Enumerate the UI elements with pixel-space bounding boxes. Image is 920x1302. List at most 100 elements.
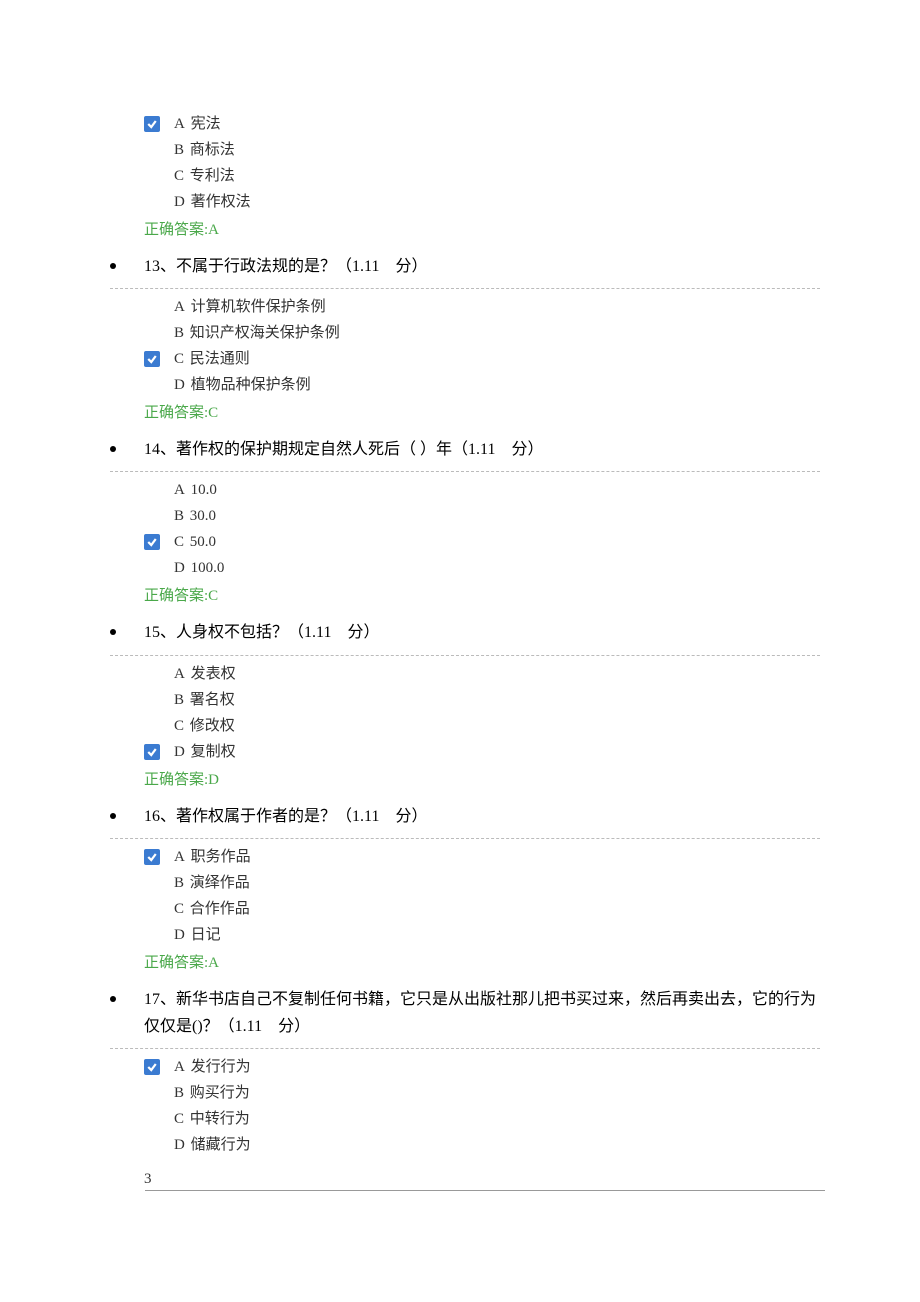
option-row[interactable]: A 计算机软件保护条例 [144,295,820,319]
divider [110,1048,820,1049]
question-number: 13 [144,258,160,275]
option-label: A 职务作品 [174,845,251,869]
question-block: 16、著作权属于作者的是？（1.11 分）A 职务作品B 演绎作品C 合作作品D… [110,799,820,972]
question-separator: 、 [160,441,176,458]
question-separator: 、 [160,991,176,1008]
correct-answer-top: 正确答案:A [110,218,820,239]
checkbox-wrap [144,1059,174,1075]
option-row[interactable]: A 发表权 [144,662,820,686]
check-icon [144,116,160,132]
option-row[interactable]: C 合作作品 [144,897,820,921]
option-label: C 修改权 [174,714,235,738]
option-row[interactable]: A 10.0 [144,478,820,502]
checkbox-wrap [144,849,174,865]
option-text: 商标法 [186,142,235,158]
option-row[interactable]: D 复制权 [144,740,820,764]
option-row[interactable]: C 民法通则 [144,347,820,371]
option-letter: D [174,194,185,210]
question-number: 14 [144,441,160,458]
option-text: 发表权 [187,666,236,682]
divider [110,288,820,289]
option-row[interactable]: B 商标法 [144,138,820,162]
page-number: 3 [110,1171,820,1191]
question-text: 人身权不包括？ [176,624,288,641]
option-row[interactable]: D 著作权法 [144,190,820,214]
questions-container: 13、不属于行政法规的是？（1.11 分）A 计算机软件保护条例B 知识产权海关… [110,249,820,1157]
option-text: 30.0 [186,508,216,524]
option-row[interactable]: A 发行行为 [144,1055,820,1079]
checkbox-wrap [144,351,174,367]
question-text: 著作权属于作者的是？ [176,808,336,825]
option-letter: A [174,299,185,315]
correct-answer-text: 正确答案:A [144,955,219,971]
option-text: 储藏行为 [187,1137,251,1153]
option-text: 100.0 [187,560,225,576]
option-letter: B [174,325,184,341]
option-letter: C [174,534,184,550]
question-text: 著作权的保护期规定自然人死后（ ）年 [176,441,452,458]
option-letter: C [174,1111,184,1127]
check-icon [144,1059,160,1075]
option-row[interactable]: D 日记 [144,923,820,947]
option-label: B 知识产权海关保护条例 [174,321,340,345]
question-separator: 、 [160,624,176,641]
option-text: 购买行为 [186,1085,250,1101]
question-number: 15 [144,624,160,641]
option-label: A 宪法 [174,112,221,136]
correct-answer: 正确答案:A [110,951,820,972]
option-row[interactable]: C 中转行为 [144,1107,820,1131]
option-text: 知识产权海关保护条例 [186,325,340,341]
option-row[interactable]: D 100.0 [144,556,820,580]
question-separator: 、 [160,808,176,825]
option-text: 署名权 [186,692,235,708]
question-block: 13、不属于行政法规的是？（1.11 分）A 计算机软件保护条例B 知识产权海关… [110,249,820,422]
checkbox-wrap [144,116,174,132]
option-letter: C [174,901,184,917]
option-label: A 计算机软件保护条例 [174,295,326,319]
option-letter: C [174,351,184,367]
check-icon [144,744,160,760]
option-letter: C [174,168,184,184]
option-text: 日记 [187,927,221,943]
option-text: 计算机软件保护条例 [187,299,326,315]
option-row[interactable]: A 宪法 [144,112,820,136]
option-text: 发行行为 [187,1059,251,1075]
option-row[interactable]: B 知识产权海关保护条例 [144,321,820,345]
option-label: D 日记 [174,923,221,947]
option-label: C 中转行为 [174,1107,250,1131]
correct-answer-text: 正确答案:C [144,588,218,604]
question-block: 15、人身权不包括？（1.11 分）A 发表权B 署名权C 修改权D 复制权正确… [110,615,820,788]
option-label: D 植物品种保护条例 [174,373,311,397]
option-label: A 10.0 [174,478,217,502]
option-label: B 30.0 [174,504,216,528]
option-row[interactable]: B 购买行为 [144,1081,820,1105]
question-title: 15、人身权不包括？（1.11 分） [110,615,820,650]
check-icon [144,849,160,865]
question-block: 17、新华书店自己不复制任何书籍，它只是从出版社那儿把书买过来，然后再卖出去，它… [110,982,820,1157]
option-letter: B [174,875,184,891]
question-points: （1.11 分） [336,808,427,825]
option-letter: D [174,927,185,943]
option-row[interactable]: A 职务作品 [144,845,820,869]
option-label: C 专利法 [174,164,235,188]
option-row[interactable]: C 修改权 [144,714,820,738]
option-row[interactable]: B 30.0 [144,504,820,528]
question-number: 17 [144,991,160,1008]
options-group: A 发行行为B 购买行为C 中转行为D 储藏行为 [110,1055,820,1157]
option-row[interactable]: B 署名权 [144,688,820,712]
options-group: A 发表权B 署名权C 修改权D 复制权 [110,662,820,764]
option-letter: D [174,1137,185,1153]
option-row[interactable]: C 专利法 [144,164,820,188]
option-row[interactable]: D 植物品种保护条例 [144,373,820,397]
option-letter: B [174,692,184,708]
option-text: 修改权 [186,718,235,734]
option-label: D 100.0 [174,556,224,580]
check-icon [144,534,160,550]
option-letter: A [174,666,185,682]
option-row[interactable]: B 演绎作品 [144,871,820,895]
option-text: 宪法 [187,116,221,132]
correct-answer-text: 正确答案:D [144,772,219,788]
option-row[interactable]: C 50.0 [144,530,820,554]
option-label: C 民法通则 [174,347,250,371]
option-row[interactable]: D 储藏行为 [144,1133,820,1157]
